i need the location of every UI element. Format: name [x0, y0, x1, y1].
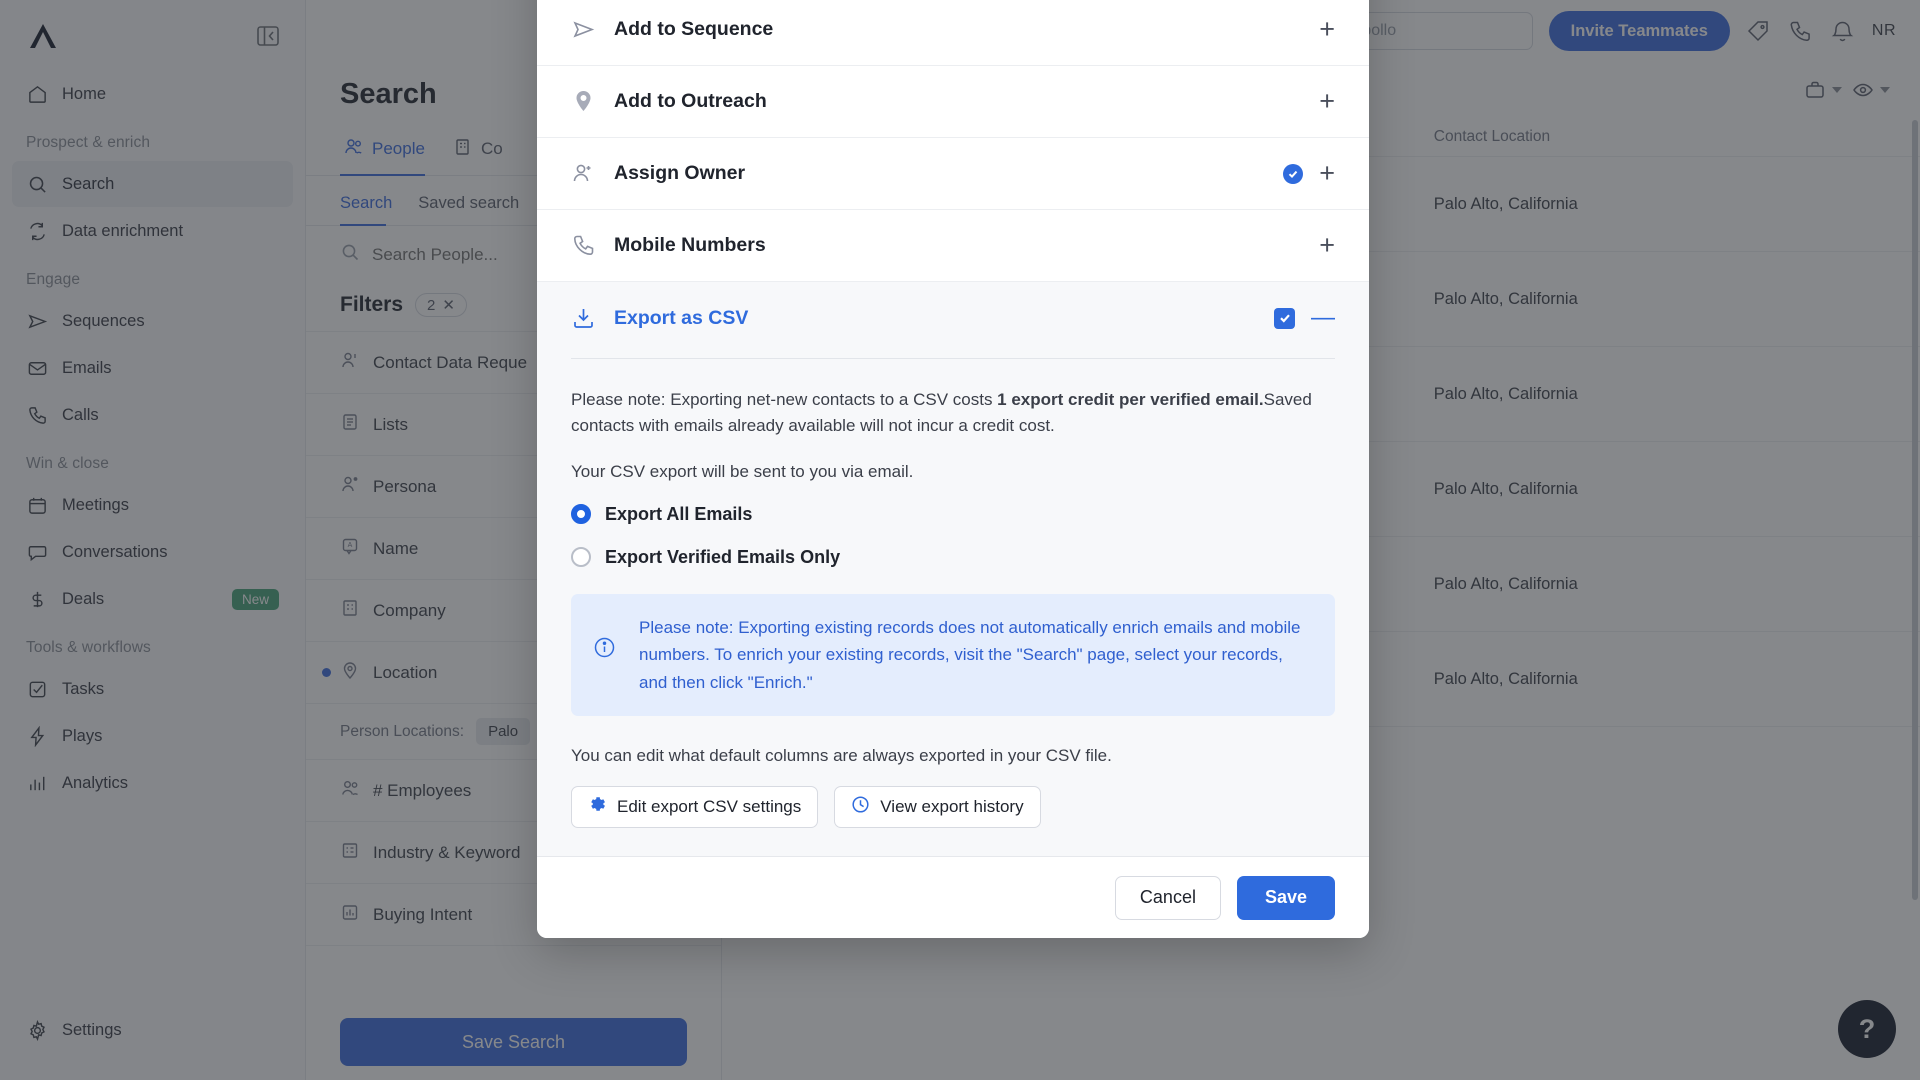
radio-selected-icon: [571, 504, 591, 525]
button-label: View export history: [880, 797, 1024, 817]
modal-footer: Cancel Save: [537, 856, 1369, 939]
note-prefix: Please note: Exporting net-new contacts …: [571, 390, 998, 409]
info-icon: [593, 614, 617, 697]
option-add-to-outreach[interactable]: Add to Outreach +: [537, 66, 1369, 138]
plus-icon[interactable]: +: [1319, 88, 1335, 115]
save-button[interactable]: Save: [1236, 875, 1335, 920]
option-actions: +: [1319, 16, 1335, 43]
option-add-to-sequence[interactable]: Add to Sequence +: [537, 0, 1369, 66]
button-label: Edit export CSV settings: [617, 797, 802, 817]
plus-icon[interactable]: +: [1319, 16, 1335, 43]
checked-circle-icon: [1283, 163, 1304, 184]
radio-label: Export Verified Emails Only: [605, 546, 841, 567]
option-actions: +: [1319, 88, 1335, 115]
option-actions: +: [1319, 232, 1335, 259]
info-text: Please note: Exporting existing records …: [639, 617, 1301, 692]
radio-unselected-icon: [571, 547, 591, 568]
send-icon: [570, 17, 596, 42]
enrich-info-box: Please note: Exporting existing records …: [571, 593, 1335, 717]
note-bold: 1 export credit per verified email.: [997, 390, 1264, 409]
option-actions: —: [1274, 306, 1335, 330]
plus-icon[interactable]: +: [1319, 232, 1335, 259]
radio-export-all-emails[interactable]: Export All Emails: [571, 504, 1335, 525]
phone-icon: [570, 233, 596, 258]
option-label: Mobile Numbers: [614, 234, 766, 256]
export-delivery-note: Your CSV export will be sent to you via …: [571, 461, 914, 481]
clock-icon: [851, 795, 870, 819]
radio-export-verified-only[interactable]: Export Verified Emails Only: [571, 547, 1335, 568]
screen: Home Prospect & enrich Search Data enric…: [0, 0, 1920, 1080]
option-label: Add to Sequence: [614, 18, 774, 40]
option-mobile-numbers[interactable]: Mobile Numbers +: [537, 210, 1369, 282]
assign-owner-icon: [570, 161, 596, 186]
view-export-history-button[interactable]: View export history: [834, 786, 1041, 829]
export-csv-panel: Please note: Exporting net-new contacts …: [537, 354, 1369, 857]
plus-icon[interactable]: +: [1319, 160, 1335, 187]
option-export-as-csv[interactable]: Export as CSV —: [537, 282, 1369, 354]
default-columns-note: You can edit what default columns are al…: [571, 746, 1112, 766]
checkbox-checked-icon[interactable]: [1274, 307, 1295, 329]
gear-icon: [588, 795, 607, 819]
divider: [571, 358, 1335, 359]
export-credit-note: Please note: Exporting net-new contacts …: [571, 387, 1335, 440]
collapse-minus-icon[interactable]: —: [1311, 306, 1335, 330]
radio-label: Export All Emails: [605, 503, 753, 524]
outreach-icon: [570, 89, 596, 114]
edit-export-csv-settings-button[interactable]: Edit export CSV settings: [571, 786, 819, 829]
bulk-actions-modal: Add to Lists + Send Email With AI Apollo…: [537, 0, 1369, 939]
option-label: Export as CSV: [614, 306, 749, 329]
cancel-button[interactable]: Cancel: [1114, 875, 1221, 920]
option-label: Assign Owner: [614, 162, 746, 184]
option-assign-owner[interactable]: Assign Owner +: [537, 138, 1369, 210]
option-actions: +: [1283, 160, 1335, 187]
option-label: Add to Outreach: [614, 90, 767, 112]
download-icon: [570, 306, 596, 331]
export-settings-buttons: Edit export CSV settings View export his…: [571, 786, 1335, 829]
